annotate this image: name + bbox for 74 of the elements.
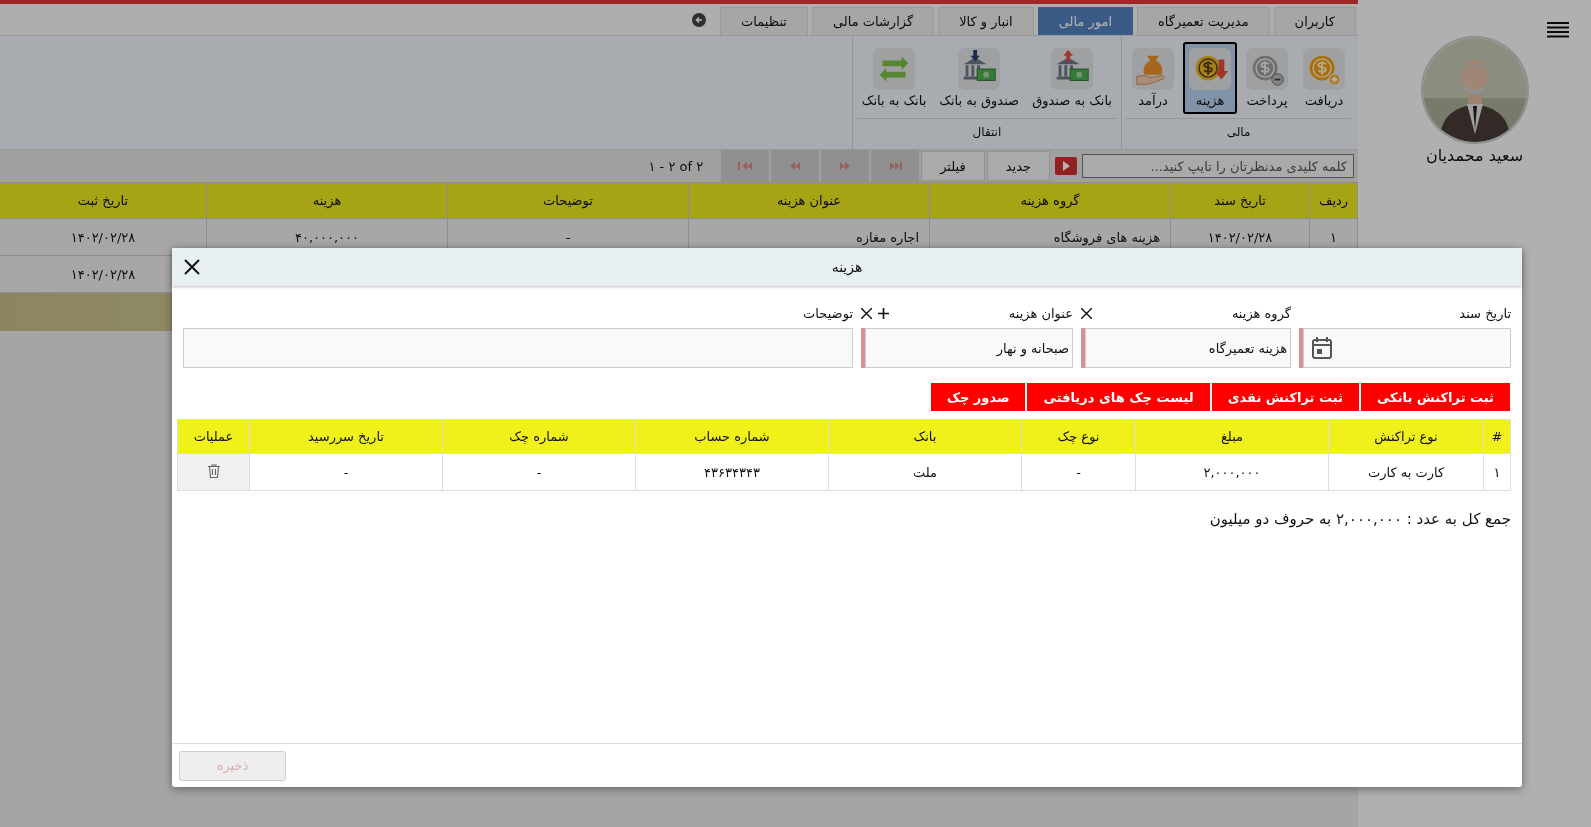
clear-icon[interactable] [861, 307, 872, 319]
action-button[interactable]: ثبت تراکنش بانکی [1359, 382, 1511, 412]
group-label: مالی [1226, 125, 1251, 139]
toolbar-button[interactable]: جدید [986, 151, 1050, 181]
skip-left-icon [737, 160, 754, 172]
ribbon-button[interactable]: درآمد [1126, 42, 1180, 114]
ribbon-button[interactable]: پرداخت [1240, 42, 1294, 114]
search-field[interactable]: کلمه کلیدی مدنظرتان را تایپ کنید... [1082, 154, 1354, 178]
table-cell: - [442, 453, 636, 491]
column-header: توضیحات [447, 182, 689, 219]
column-header: عنوان هزینه [688, 182, 930, 219]
toolbar-button[interactable]: فیلتر [921, 151, 985, 181]
table-cell: ۲,۰۰۰,۰۰۰ [1135, 453, 1329, 491]
input-field[interactable] [183, 328, 853, 368]
clear-icon[interactable] [1081, 307, 1092, 319]
tab[interactable]: انبار و کالا [938, 7, 1034, 35]
field-label: تاریخ سند [1459, 305, 1511, 321]
column-header: نوع تراکنش [1328, 419, 1484, 454]
ribbon-button[interactable]: بانک به صندوق [1027, 42, 1117, 114]
calendar-icon[interactable] [1312, 337, 1332, 359]
ribbon-button[interactable]: دریافت [1297, 42, 1351, 114]
user-name: سعید محمدیان [1425, 146, 1524, 165]
table-cell: - [1021, 453, 1136, 491]
close-button[interactable] [184, 259, 200, 275]
tab[interactable]: گزارشات مالی [811, 7, 935, 35]
tab[interactable]: تنظیمات [720, 7, 808, 35]
column-header: نوع چک [1021, 419, 1136, 454]
action-button[interactable]: لیست چک های دریافتی [1026, 382, 1211, 412]
ribbon-button[interactable]: بانک به بانک [856, 42, 932, 114]
ribbon-button[interactable]: هزینه [1183, 42, 1237, 114]
column-header: # [1483, 419, 1511, 454]
field-label: توضیحات [803, 305, 853, 321]
column-header: هزینه [206, 182, 448, 219]
coin-minus-icon [1245, 48, 1289, 90]
column-header: تاریخ سند [1170, 182, 1310, 219]
total-text: جمع کل به عدد : ۲,۰۰۰,۰۰۰ به حروف دو میلیون [1208, 510, 1511, 528]
bank-bill-icon [1050, 48, 1095, 90]
tab[interactable]: کاربران [1273, 7, 1356, 35]
table-cell: کارت به کارت [1328, 453, 1484, 491]
action-button[interactable]: صدور چک [929, 382, 1027, 412]
play-icon[interactable] [1055, 157, 1077, 175]
table-cell: ۱ [1483, 453, 1511, 491]
skip-right-icon [887, 160, 904, 172]
column-header: شماره حساب [635, 419, 829, 454]
table-cell: ۴۳۶۳۴۳۴۳ [635, 453, 829, 491]
action-button[interactable]: ثبت تراکنش نقدی [1210, 382, 1360, 412]
tab[interactable]: مدیریت تعمیرگاه [1137, 7, 1270, 35]
column-header: تاریخ سررسید [249, 419, 443, 454]
column-header: گروه هزینه [929, 182, 1171, 219]
money-bag-hand-icon [1131, 48, 1175, 90]
field-label: عنوان هزینه [1008, 305, 1073, 321]
input-field[interactable]: هزینه تعمیرگاه [1085, 328, 1291, 368]
column-header: شماره چک [442, 419, 636, 454]
column-header: مبلغ [1135, 419, 1329, 454]
ribbon-button[interactable]: صندوق به بانک [934, 42, 1025, 114]
date-field[interactable] [1303, 328, 1511, 368]
group-label: انتقال [972, 125, 1002, 139]
column-header: عملیات [177, 419, 250, 454]
pager-summary: ۱ - ۲ of ۲ [648, 158, 704, 174]
swap-arrows-icon [872, 48, 917, 90]
table-cell: ۱۴۰۲/۰۲/۲۸ [0, 218, 207, 256]
column-header: بانک [828, 419, 1022, 454]
add-icon[interactable] [878, 307, 889, 319]
trash-icon[interactable] [207, 463, 220, 478]
menu-icon[interactable] [1547, 22, 1569, 38]
dialog-title: هزینه [831, 259, 863, 275]
coin-plus-icon [1302, 48, 1346, 90]
column-header: تاریخ ثبت [0, 182, 207, 219]
field-label: گروه هزینه [1231, 305, 1291, 321]
close-icon [184, 259, 200, 275]
table-cell: ملت [828, 453, 1022, 491]
input-field[interactable]: صبحانه و نهار [865, 328, 1073, 368]
column-header: ردیف [1309, 182, 1358, 219]
bank-bill-icon [957, 48, 1002, 90]
